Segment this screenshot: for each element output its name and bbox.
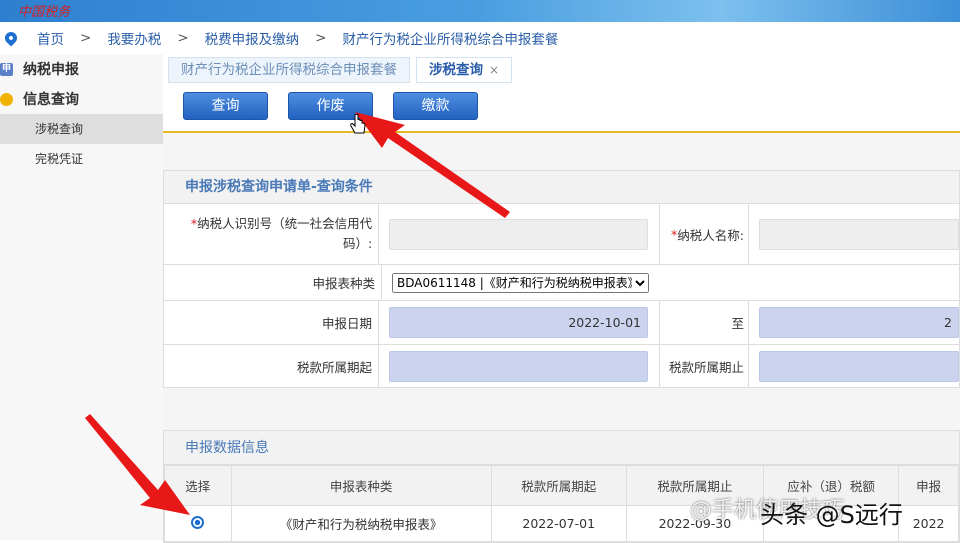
form-type-select[interactable]: BDA0611148 |《财产和行为税纳税申报表》: [392, 272, 649, 293]
col-period-start: 税款所属期起: [490, 465, 627, 506]
breadcrumb-declare[interactable]: 税费申报及缴纳: [205, 28, 300, 48]
pay-button[interactable]: 缴款: [393, 92, 478, 120]
col-form-type: 申报表种类: [230, 465, 492, 506]
taxpayer-name-label: * 纳税人名称:: [660, 204, 749, 264]
breadcrumb-package[interactable]: 财产行为税企业所得税综合申报套餐: [342, 28, 558, 48]
row-radio[interactable]: [191, 515, 205, 529]
date-to-field[interactable]: 2: [759, 307, 959, 338]
period-end-label: 税款所属期止: [660, 345, 749, 387]
taxpayer-name-field[interactable]: [759, 218, 959, 250]
query-button[interactable]: 查询: [183, 92, 268, 120]
cell-form-type: 《财产和行为税纳税申报表》: [230, 505, 492, 542]
declare-icon: 申: [0, 62, 13, 76]
col-date: 申报: [898, 465, 959, 506]
sidebar-group-label: 纳税申报: [23, 62, 79, 78]
to-label: 至: [660, 301, 749, 344]
period-start-field[interactable]: [388, 350, 648, 382]
toolbar: 查询 作废 缴款: [163, 83, 960, 133]
date-from-field[interactable]: 2022-10-01: [388, 307, 648, 338]
location-icon: [2, 29, 20, 47]
period-start-label: 税款所属期起: [164, 345, 379, 387]
form-type-label: 申报表种类: [164, 265, 382, 300]
cell-date: 2022: [898, 505, 959, 542]
watermark-author: 头条 @S远行: [760, 501, 903, 529]
taxpayer-id-field[interactable]: [389, 218, 649, 250]
col-select: 选择: [164, 465, 232, 506]
sidebar-group-declare[interactable]: 申纳税申报: [0, 54, 163, 84]
main-content: 查询 作废 缴款 申报涉税查询申请单-查询条件 *纳税人识别号（统一社会信用代码…: [163, 83, 960, 543]
tab-package[interactable]: 财产行为税企业所得税综合申报套餐: [168, 57, 410, 83]
breadcrumb-tax[interactable]: 我要办税: [107, 28, 161, 48]
query-form: 申报涉税查询申请单-查询条件 *纳税人识别号（统一社会信用代码）: * 纳税人名称…: [163, 170, 960, 388]
sidebar-group-label: 信息查询: [23, 92, 79, 108]
period-end-field[interactable]: [759, 350, 959, 382]
tab-label: 涉税查询: [429, 62, 483, 78]
header-banner: 中国税务: [0, 0, 960, 22]
sidebar-group-query[interactable]: 信息查询: [0, 84, 163, 114]
breadcrumb: 首页 > 我要办税 > 税费申报及缴纳 > 财产行为税企业所得税综合申报套餐: [0, 22, 960, 54]
date-label: 申报日期: [164, 301, 379, 344]
logo: 中国税务: [18, 5, 71, 20]
form-title: 申报涉税查询申请单-查询条件: [164, 171, 959, 204]
cell-period-start: 2022-07-01: [490, 505, 627, 542]
void-button[interactable]: 作废: [288, 92, 373, 120]
breadcrumb-home[interactable]: 首页: [37, 28, 64, 48]
taxpayer-id-label: *纳税人识别号（统一社会信用代码）:: [164, 204, 380, 264]
sidebar-item-certificate[interactable]: 完税凭证: [0, 144, 163, 174]
sidebar: 申纳税申报 信息查询 涉税查询 完税凭证: [0, 54, 163, 540]
sidebar-item-tax-query[interactable]: 涉税查询: [0, 114, 163, 144]
tab-tax-query[interactable]: 涉税查询 ×: [416, 57, 513, 83]
message-icon: [0, 92, 13, 106]
results-title: 申报数据信息: [164, 431, 959, 465]
close-icon[interactable]: ×: [489, 63, 499, 77]
tab-bar: 财产行为税企业所得税综合申报套餐 涉税查询 ×: [168, 57, 518, 83]
